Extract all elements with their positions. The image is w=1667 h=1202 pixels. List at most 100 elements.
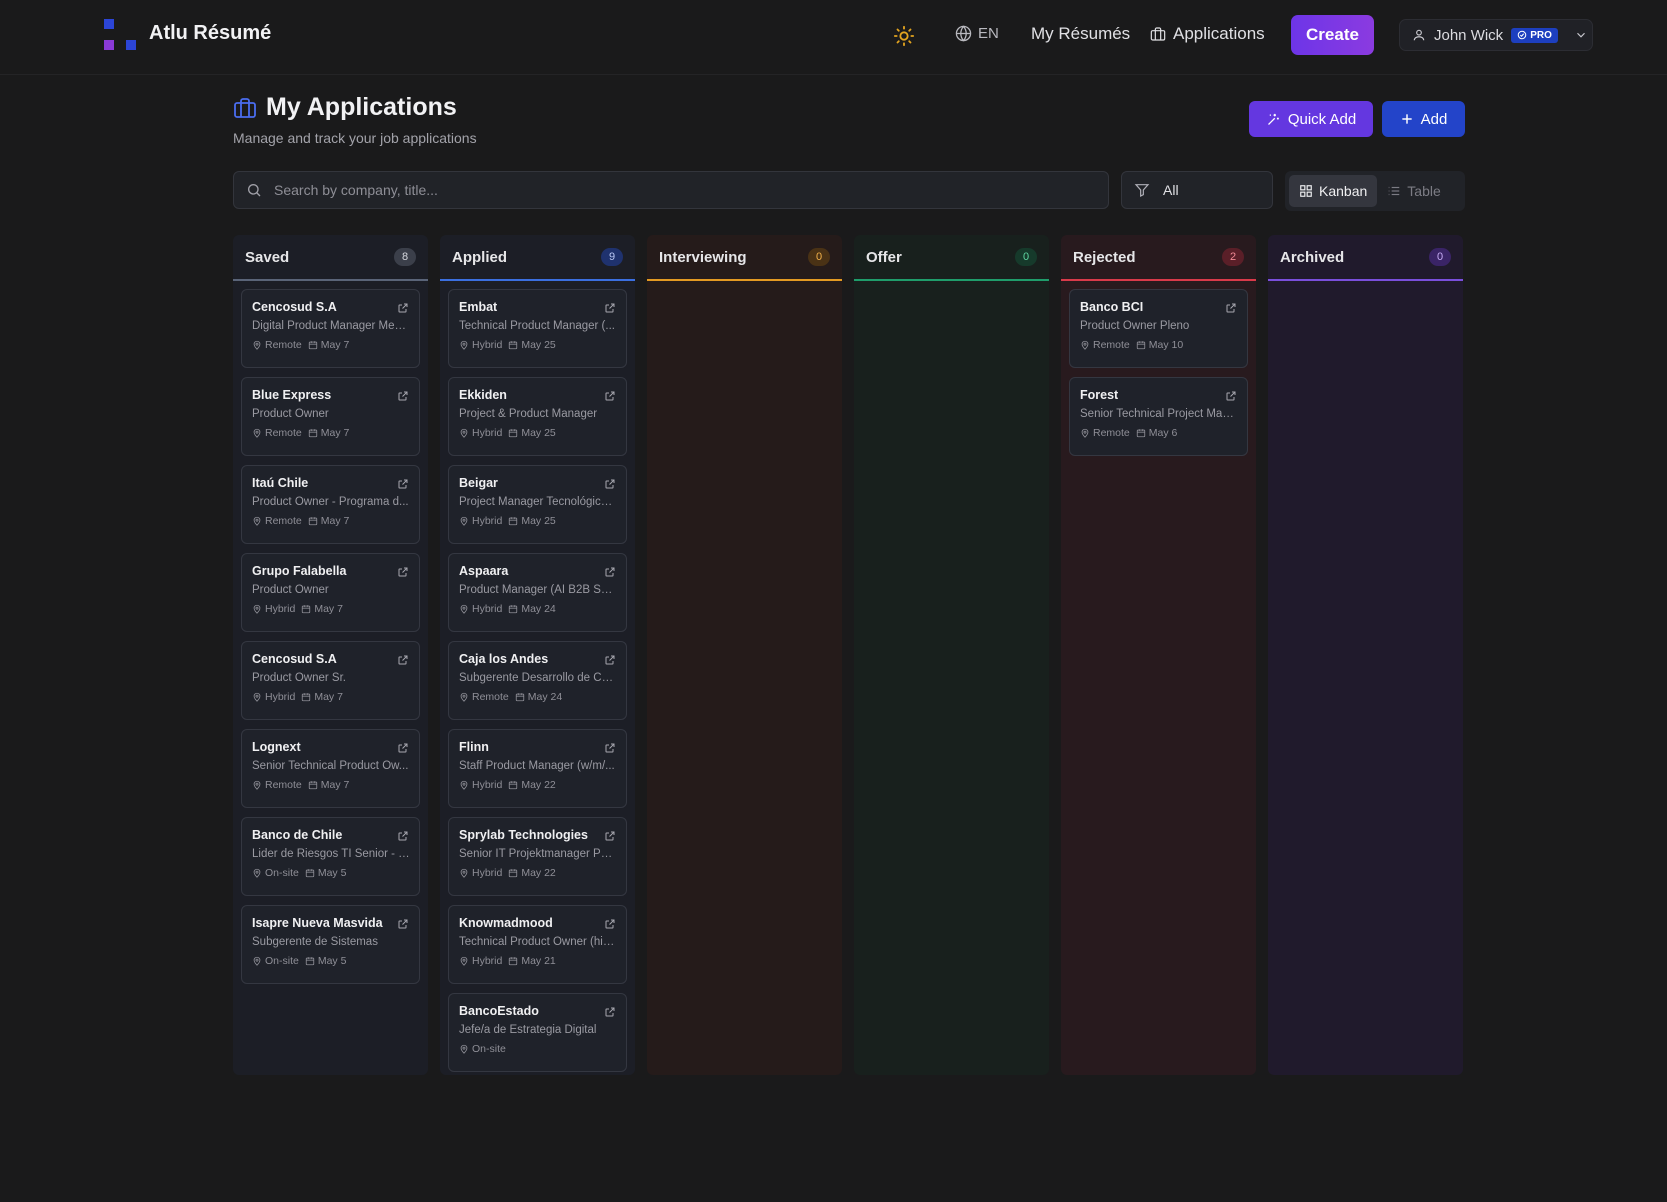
add-button[interactable]: Add (1382, 101, 1465, 137)
card-company: Ekkiden (459, 388, 507, 402)
theme-toggle-sun-icon[interactable] (893, 25, 915, 47)
brand-logo-icon[interactable] (104, 19, 138, 51)
external-link-icon[interactable] (1225, 302, 1237, 314)
application-card[interactable]: Grupo Falabella Product Owner Hybrid May 7 (241, 553, 420, 632)
application-card[interactable]: Flinn Staff Product Manager (w/m/... Hybri… (448, 729, 627, 808)
external-link-icon[interactable] (397, 566, 409, 578)
application-card[interactable]: Beigar Project Manager Tecnológico ... Hyb… (448, 465, 627, 544)
calendar-icon (302, 693, 311, 702)
application-card[interactable]: Forest Senior Technical Project Man... Rem… (1069, 377, 1248, 456)
card-job-title: Digital Product Manager Medi... (252, 320, 410, 332)
column-title: Offer (866, 248, 902, 266)
location-pin-icon (253, 692, 261, 702)
applied-date: May 7 (301, 691, 343, 703)
application-card[interactable]: Banco BCI Product Owner Pleno Remote May 10 (1069, 289, 1248, 368)
external-link-icon[interactable] (604, 302, 616, 314)
view-kanban-button[interactable]: Kanban (1289, 175, 1378, 207)
brand-name[interactable]: Atlu Résumé (149, 22, 271, 45)
card-company: Caja los Andes (459, 652, 549, 666)
location-pin-icon (460, 340, 468, 350)
application-card[interactable]: Banco de Chile Lider de Riesgos TI Senior… (241, 817, 420, 896)
application-card[interactable]: Knowmadmood Technical Product Owner (hib.… (448, 905, 627, 984)
nav-applications[interactable]: Applications (1150, 24, 1265, 44)
external-link-icon[interactable] (604, 390, 616, 402)
page-subtitle: Manage and track your job applications (233, 130, 477, 146)
external-link-icon[interactable] (397, 918, 409, 930)
external-link-icon[interactable] (397, 478, 409, 490)
application-card[interactable]: Lognext Senior Technical Product Ow... Rem… (241, 729, 420, 808)
work-mode: Hybrid (459, 339, 502, 351)
page-heading: My Applications (233, 93, 457, 122)
date-label: May 25 (521, 427, 556, 439)
external-link-icon[interactable] (1225, 390, 1237, 402)
application-card[interactable]: Blue Express Product Owner Remote May 7 (241, 377, 420, 456)
card-meta: Hybrid May 25 (459, 515, 616, 527)
calendar-icon (308, 517, 317, 526)
card-meta: Remote May 10 (1080, 339, 1237, 351)
application-card[interactable]: Isapre Nueva Masvida Subgerente de Sistem… (241, 905, 420, 984)
status-filter-select[interactable]: All (1121, 171, 1273, 209)
external-link-icon[interactable] (604, 742, 616, 754)
application-card[interactable]: Embat Technical Product Manager (... Hybri… (448, 289, 627, 368)
external-link-icon[interactable] (604, 918, 616, 930)
search-box (233, 171, 1109, 209)
application-card[interactable]: Sprylab Technologies Senior IT Projektman… (448, 817, 627, 896)
date-label: May 6 (1148, 427, 1178, 439)
view-table-button[interactable]: Table (1377, 175, 1450, 207)
work-mode: On-site (252, 867, 299, 879)
nav-my-resumes[interactable]: My Résumés (1031, 24, 1130, 44)
applied-date: May 22 (508, 779, 556, 791)
card-company: Cencosud S.A (252, 300, 337, 314)
card-company: Itaú Chile (252, 476, 309, 490)
column-count-badge: 0 (808, 248, 830, 266)
card-job-title: Senior IT Projektmanager Pur... (459, 848, 617, 860)
location-pin-icon (253, 516, 261, 526)
language-selector[interactable]: EN (955, 25, 999, 42)
globe-icon (955, 25, 972, 42)
quick-add-button[interactable]: Quick Add (1249, 101, 1373, 137)
work-mode: Remote (252, 515, 302, 527)
card-company: Lognext (252, 740, 301, 754)
calendar-icon (509, 957, 518, 966)
external-link-icon[interactable] (604, 566, 616, 578)
date-label: May 10 (1148, 339, 1184, 351)
application-card[interactable]: Cencosud S.A Product Owner Sr. Hybrid May 7 (241, 641, 420, 720)
search-input[interactable] (274, 182, 1074, 198)
card-meta: Hybrid May 22 (459, 867, 616, 879)
user-icon (1413, 29, 1425, 41)
external-link-icon[interactable] (397, 390, 409, 402)
work-mode: Remote (459, 691, 509, 703)
column-saved: Saved 8 Cencosud S.A Digital Product Manage… (233, 235, 428, 1075)
card-meta: On-site May 5 (252, 867, 409, 879)
location-pin-icon (460, 956, 468, 966)
external-link-icon[interactable] (397, 742, 409, 754)
application-card[interactable]: Caja los Andes Subgerente Desarrollo de C… (448, 641, 627, 720)
application-card[interactable]: Cencosud S.A Digital Product Manager Medi… (241, 289, 420, 368)
external-link-icon[interactable] (604, 654, 616, 666)
work-mode: Remote (252, 339, 302, 351)
card-company: Blue Express (252, 388, 332, 402)
work-mode-label: Hybrid (472, 779, 503, 791)
location-pin-icon (460, 516, 468, 526)
application-card[interactable]: Itaú Chile Product Owner - Programa d... R… (241, 465, 420, 544)
external-link-icon[interactable] (397, 830, 409, 842)
application-card[interactable]: Aspaara Product Manager (AI B2B Saa... Hyb… (448, 553, 627, 632)
external-link-icon[interactable] (397, 654, 409, 666)
application-card[interactable]: Ekkiden Project & Product Manager Hybrid Ma… (448, 377, 627, 456)
column-count-badge: 0 (1015, 248, 1037, 266)
view-table-label: Table (1407, 183, 1441, 199)
card-company: Isapre Nueva Masvida (252, 916, 383, 930)
application-card[interactable]: BancoEstado Jefe/a de Estrategia Digital O… (448, 993, 627, 1072)
external-link-icon[interactable] (604, 1006, 616, 1018)
nav-applications-label: Applications (1173, 24, 1265, 43)
pro-badge-label: PRO (1530, 29, 1552, 41)
applied-date: May 25 (508, 339, 556, 351)
external-link-icon[interactable] (604, 830, 616, 842)
create-button[interactable]: Create (1291, 15, 1374, 55)
search-icon (248, 184, 261, 197)
external-link-icon[interactable] (397, 302, 409, 314)
user-menu[interactable]: John Wick PRO (1399, 19, 1593, 51)
card-company: Sprylab Technologies (459, 828, 588, 842)
column-header: Archived 0 (1268, 235, 1463, 281)
external-link-icon[interactable] (604, 478, 616, 490)
